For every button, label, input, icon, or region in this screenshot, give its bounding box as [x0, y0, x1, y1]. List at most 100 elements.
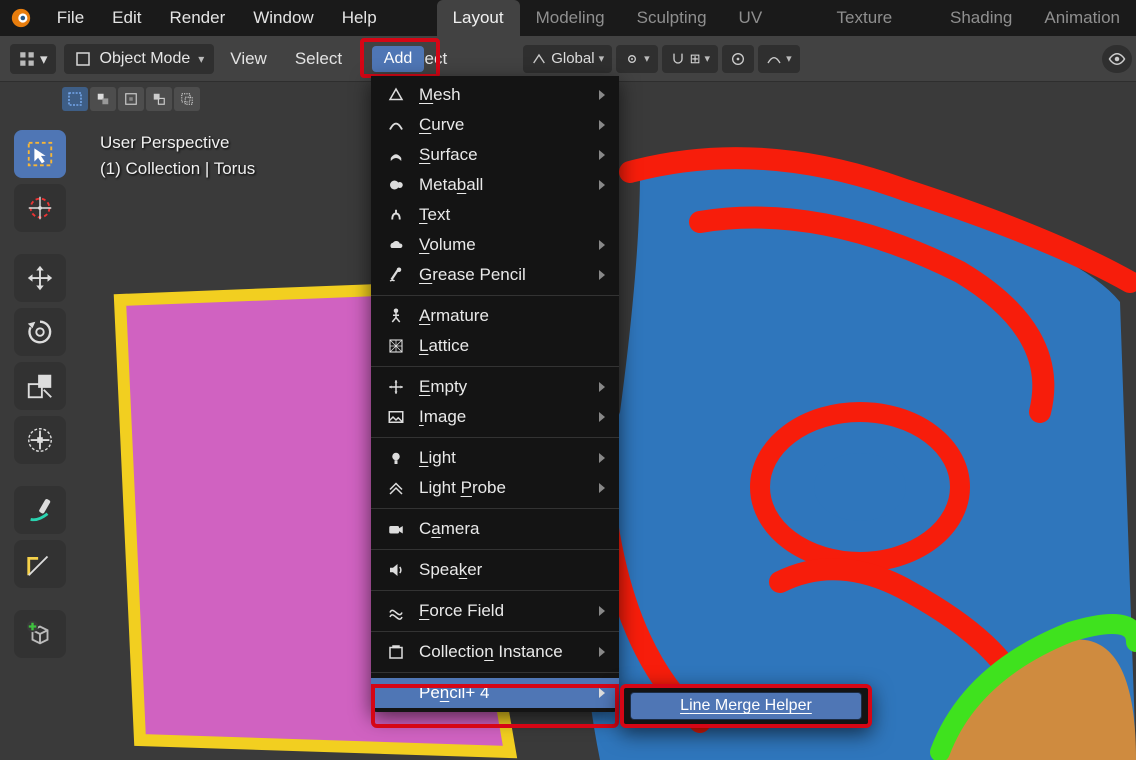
tool-measure[interactable]	[14, 540, 66, 588]
viewport-info-overlay: User Perspective (1) Collection | Torus	[100, 130, 255, 182]
submenu-arrow-icon	[599, 606, 605, 616]
tool-annotate[interactable]	[14, 486, 66, 534]
selection-mode-row	[62, 85, 200, 113]
add-menu-lattice[interactable]: Lattice	[371, 331, 619, 361]
mode-select[interactable]: Object Mode ▾	[64, 44, 215, 74]
curve-icon	[766, 51, 782, 67]
add-menu-light[interactable]: Light	[371, 443, 619, 473]
orientation-select[interactable]: Global ▾	[523, 45, 612, 73]
select-intersect-icon[interactable]	[174, 87, 200, 111]
add-menu-camera[interactable]: Camera	[371, 514, 619, 544]
add-menu-curve[interactable]: Curve	[371, 110, 619, 140]
menu-separator	[371, 508, 619, 509]
text-icon	[385, 206, 407, 224]
submenu-arrow-icon	[599, 382, 605, 392]
add-menu-volume[interactable]: Volume	[371, 230, 619, 260]
mesh-icon	[385, 86, 407, 104]
submenu-arrow-icon	[599, 270, 605, 280]
show-gizmo-toggle[interactable]	[1102, 45, 1132, 73]
tab-shading[interactable]: Shading	[934, 0, 1028, 36]
menu-file[interactable]: File	[43, 8, 98, 27]
menu-item-label: Lattice	[419, 336, 469, 356]
select-extend-icon[interactable]	[90, 87, 116, 111]
add-menu-pencil-4[interactable]: Pencil+ 4	[371, 678, 619, 708]
falloff-select[interactable]: ▾	[758, 45, 800, 73]
transform-icon	[25, 425, 55, 455]
volume-icon	[385, 236, 407, 254]
menu-item-label: Pencil+ 4	[419, 683, 489, 703]
tab-animation[interactable]: Animation	[1028, 0, 1136, 36]
add-menu-button[interactable]: Add	[372, 46, 424, 72]
add-menu-speaker[interactable]: Speaker	[371, 555, 619, 585]
submenu-arrow-icon	[599, 688, 605, 698]
select-box-icon[interactable]	[62, 87, 88, 111]
chevron-down-icon: ▾	[40, 50, 48, 68]
menu-window[interactable]: Window	[239, 8, 327, 27]
menu-item-label: Empty	[419, 377, 467, 397]
tool-rotate[interactable]	[14, 308, 66, 356]
submenu-item-line-merge-helper[interactable]: Line Merge Helper	[630, 692, 862, 720]
tool-move[interactable]	[14, 254, 66, 302]
tool-add-cube[interactable]	[14, 610, 66, 658]
add-menu-light-probe[interactable]: Light Probe	[371, 473, 619, 503]
tool-scale[interactable]	[14, 362, 66, 410]
tool-transform[interactable]	[14, 416, 66, 464]
menu-separator	[371, 549, 619, 550]
surface-icon	[385, 146, 407, 164]
tab-layout[interactable]: Layout	[437, 0, 520, 36]
add-menu-grease-pencil[interactable]: Grease Pencil	[371, 260, 619, 290]
gp-icon	[385, 266, 407, 284]
submenu-arrow-icon	[599, 240, 605, 250]
curve-icon	[385, 116, 407, 134]
pencil-submenu: Line Merge Helper	[620, 684, 872, 728]
object-mode-icon	[74, 50, 92, 68]
camera-icon	[385, 520, 407, 538]
header-select-menu[interactable]: Select	[281, 49, 356, 68]
submenu-arrow-icon	[599, 180, 605, 190]
add-menu-surface[interactable]: Surface	[371, 140, 619, 170]
image-icon	[385, 408, 407, 426]
menu-separator	[371, 295, 619, 296]
menu-render[interactable]: Render	[155, 8, 239, 27]
menu-edit[interactable]: Edit	[98, 8, 155, 27]
select-subtract-icon[interactable]	[118, 87, 144, 111]
add-menu-armature[interactable]: Armature	[371, 301, 619, 331]
rotate-icon	[25, 317, 55, 347]
menu-separator	[371, 437, 619, 438]
menu-item-label: Light Probe	[419, 478, 506, 498]
empty-icon	[385, 378, 407, 396]
header-view-menu[interactable]: View	[216, 49, 281, 68]
add-menu-collection-instance[interactable]: Collection Instance	[371, 637, 619, 667]
tab-texture-paint[interactable]: Texture Paint	[821, 0, 934, 36]
add-menu-image[interactable]: Image	[371, 402, 619, 432]
add-menu-mesh[interactable]: Mesh	[371, 80, 619, 110]
submenu-arrow-icon	[599, 90, 605, 100]
tool-cursor[interactable]	[14, 184, 66, 232]
menu-help[interactable]: Help	[328, 8, 391, 27]
menu-item-label: Surface	[419, 145, 478, 165]
snap-toggle[interactable]: ⊞▾	[662, 45, 718, 73]
submenu-arrow-icon	[599, 150, 605, 160]
editor-type-button[interactable]: ▾	[10, 44, 56, 74]
menu-item-label: Text	[419, 205, 450, 225]
tab-sculpting[interactable]: Sculpting	[621, 0, 723, 36]
force-icon	[385, 602, 407, 620]
tool-select-box[interactable]	[14, 130, 66, 178]
proportional-edit-toggle[interactable]	[722, 45, 754, 73]
select-invert-icon[interactable]	[146, 87, 172, 111]
mode-label: Object Mode	[100, 50, 191, 68]
pivot-select[interactable]: ▾	[616, 45, 658, 73]
tab-uv-editing[interactable]: UV Editing	[723, 0, 821, 36]
add-menu-empty[interactable]: Empty	[371, 372, 619, 402]
add-menu-text[interactable]: Text	[371, 200, 619, 230]
submenu-arrow-icon	[599, 453, 605, 463]
move-icon	[25, 263, 55, 293]
menu-separator	[371, 366, 619, 367]
annotate-icon	[25, 495, 55, 525]
add-menu-force-field[interactable]: Force Field	[371, 596, 619, 626]
tab-modeling[interactable]: Modeling	[520, 0, 621, 36]
add-menu-metaball[interactable]: Metaball	[371, 170, 619, 200]
viewport-collection-label: (1) Collection | Torus	[100, 156, 255, 182]
submenu-arrow-icon	[599, 647, 605, 657]
submenu-arrow-icon	[599, 483, 605, 493]
